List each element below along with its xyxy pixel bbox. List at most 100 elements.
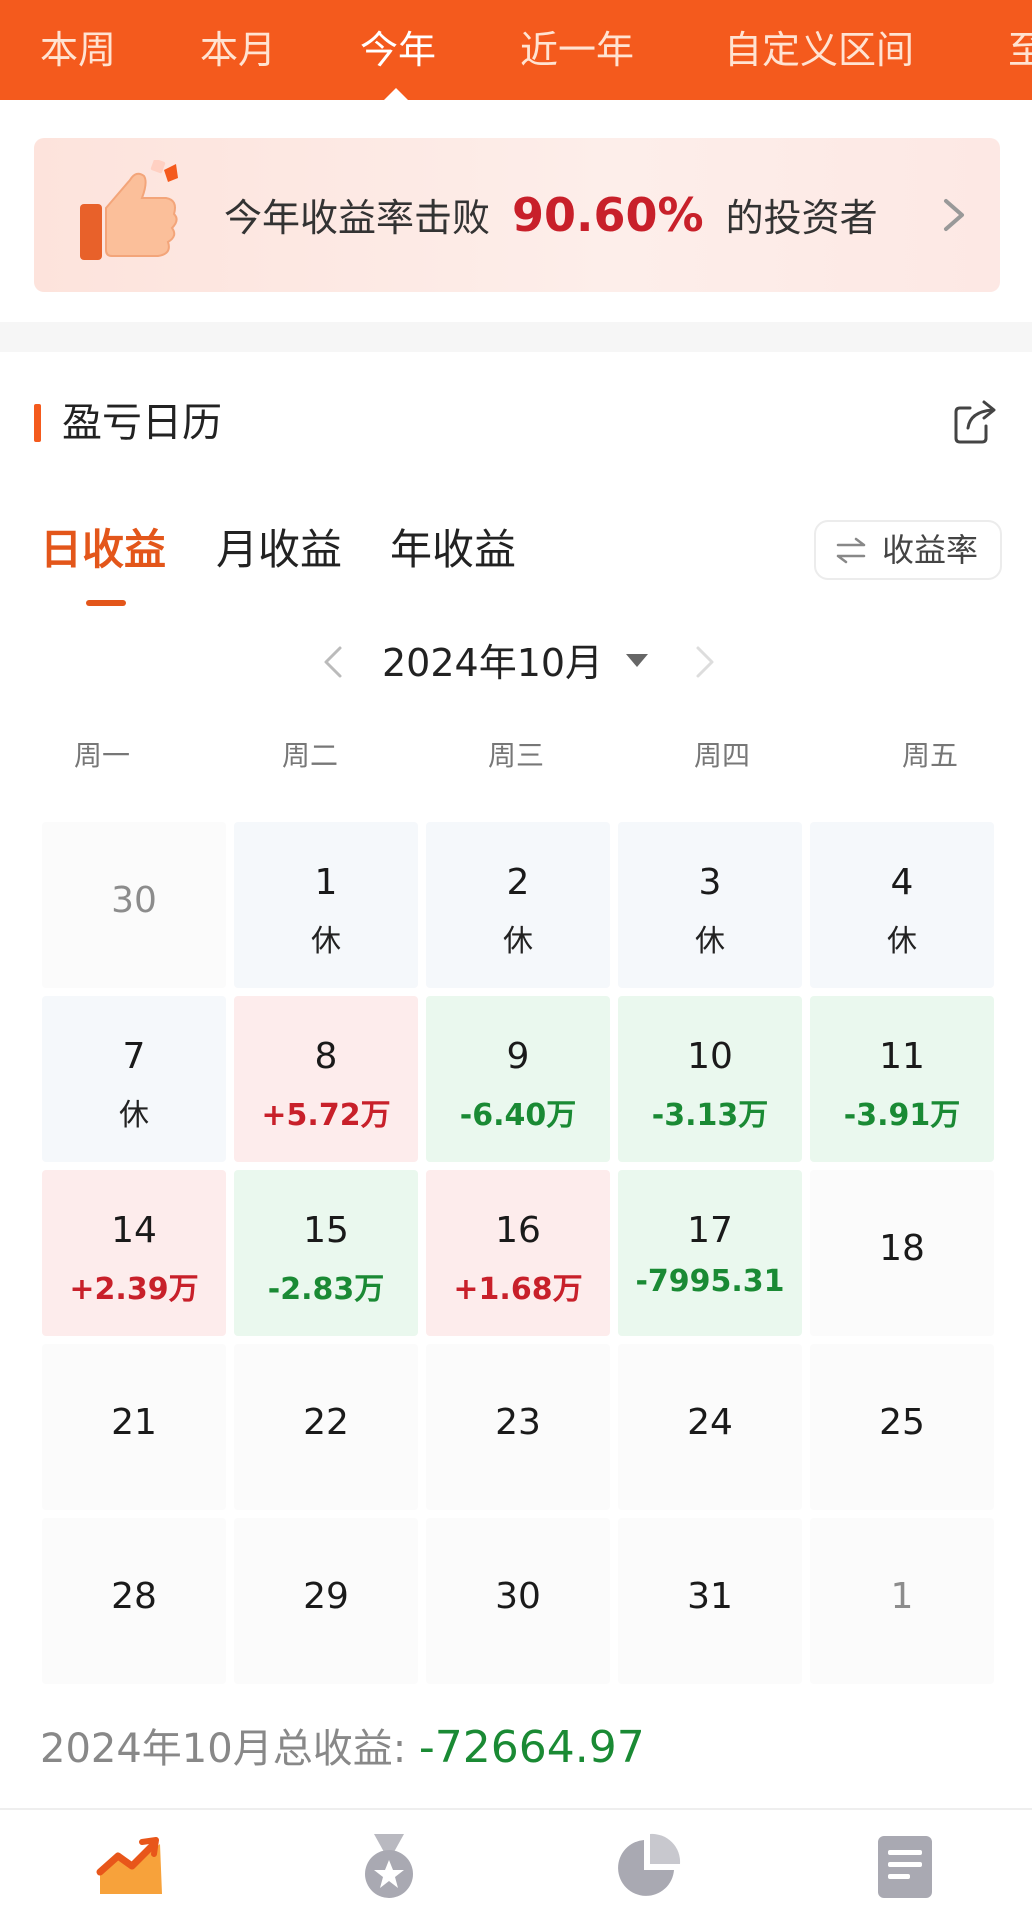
medal-icon[interactable]	[354, 1832, 424, 1902]
calendar-day-cell[interactable]: 17 -7995.31	[618, 1170, 802, 1336]
weekday-mon: 周一	[73, 739, 130, 772]
calendar-day-cell[interactable]: 16 +1.68万	[426, 1170, 610, 1336]
calendar-day-number: 21	[111, 1402, 157, 1443]
calendar-day-cell[interactable]: 23	[426, 1344, 610, 1510]
calendar-day-cell[interactable]: 11 -3.91万	[810, 996, 994, 1162]
calendar-rest-label: 休	[119, 1098, 149, 1133]
calendar-day-cell[interactable]: 31	[618, 1518, 802, 1684]
monthly-total-value: -72664.97	[418, 1722, 645, 1773]
calendar-day-pnl: -3.91万	[843, 1098, 961, 1133]
monthly-total-label: 2024年10月总收益:	[40, 1726, 407, 1772]
calendar-rest-label: 休	[503, 924, 533, 959]
section-divider	[0, 322, 1032, 352]
calendar-day-number: 25	[879, 1402, 925, 1443]
return-rate-label: 收益率	[882, 531, 979, 569]
return-rate-toggle[interactable]: 收益率	[814, 520, 1002, 580]
section-title: 盈亏日历	[62, 400, 222, 446]
tab-this-month[interactable]: 本月	[200, 26, 276, 74]
calendar-day-cell[interactable]: 10 -3.13万	[618, 996, 802, 1162]
previous-month-icon[interactable]	[318, 644, 348, 680]
calendar-day-number: 16	[495, 1210, 541, 1251]
tab-this-year[interactable]: 今年	[360, 26, 436, 74]
tab-custom-range[interactable]: 自定义区间	[724, 26, 914, 74]
calendar-day-cell[interactable]: 18	[810, 1170, 994, 1336]
calendar-day-cell[interactable]: 22	[234, 1344, 418, 1510]
calendar-day-number: 29	[303, 1576, 349, 1617]
tab-daily-return[interactable]: 日收益	[40, 522, 166, 578]
calendar-day-number: 1	[314, 862, 338, 903]
calendar-day-cell[interactable]: 15 -2.83万	[234, 1170, 418, 1336]
banner-message: 今年收益率击败 90.60% 的投资者	[224, 138, 878, 292]
calendar-day-number: 28	[111, 1576, 157, 1617]
calendar-day-number: 22	[303, 1402, 349, 1443]
active-tab-indicator	[382, 88, 410, 100]
calendar-day-number: 1	[890, 1576, 914, 1617]
share-icon[interactable]	[952, 398, 1000, 446]
month-dropdown-caret-icon[interactable]	[626, 654, 648, 667]
calendar-day-cell[interactable]: 21	[42, 1344, 226, 1510]
calendar-day-cell[interactable]: 9 -6.40万	[426, 996, 610, 1162]
calendar-day-cell[interactable]: 29	[234, 1518, 418, 1684]
calendar-day-number: 18	[879, 1228, 925, 1269]
calendar-day-number: 15	[303, 1210, 349, 1251]
next-month-icon[interactable]	[690, 644, 720, 680]
bottom-nav	[0, 1808, 1032, 1922]
calendar-day-cell[interactable]: 1休	[234, 822, 418, 988]
thumbs-up-icon	[80, 160, 178, 260]
calendar-day-number: 30	[111, 880, 157, 921]
calendar-day-cell[interactable]: 24	[618, 1344, 802, 1510]
weekday-tue: 周二	[281, 739, 338, 772]
calendar-day-pnl: +5.72万	[261, 1098, 391, 1133]
calendar-day-cell[interactable]: 14 +2.39万	[42, 1170, 226, 1336]
tab-this-week[interactable]: 本周	[40, 26, 116, 74]
tab-more[interactable]: 至	[1008, 26, 1032, 74]
calendar-day-number: 11	[879, 1036, 925, 1077]
tab-monthly-return[interactable]: 月收益	[216, 522, 342, 578]
calendar-day-number: 3	[698, 862, 722, 903]
top-tab-bar: 本周 本月 今年 近一年 自定义区间 至	[0, 0, 1032, 100]
chevron-right-icon	[944, 199, 964, 231]
calendar-day-number: 17	[687, 1210, 733, 1251]
calendar-day-number: 30	[495, 1576, 541, 1617]
beat-percentage: 90.60%	[512, 188, 704, 242]
trend-chart-icon[interactable]	[96, 1832, 166, 1902]
weekday-wed: 周三	[487, 739, 544, 772]
calendar-day-pnl: -7995.31	[635, 1264, 785, 1299]
calendar-day-cell[interactable]: 4休	[810, 822, 994, 988]
tab-yearly-return[interactable]: 年收益	[390, 522, 516, 578]
monthly-total: 2024年10月总收益: -72664.97	[40, 1720, 645, 1777]
calendar-day-cell[interactable]: 2休	[426, 822, 610, 988]
calendar-rest-label: 休	[311, 924, 341, 959]
calendar-day-cell[interactable]: 7休	[42, 996, 226, 1162]
calendar-day-number: 8	[314, 1036, 338, 1077]
calendar-rest-label: 休	[695, 924, 725, 959]
calendar-day-pnl: +1.68万	[453, 1272, 583, 1307]
ranking-banner[interactable]: 今年收益率击败 90.60% 的投资者	[34, 138, 1000, 292]
tab-last-year[interactable]: 近一年	[520, 26, 634, 74]
calendar-day-number: 10	[687, 1036, 733, 1077]
calendar-day-cell[interactable]: 30	[42, 822, 226, 988]
section-accent-bar	[34, 404, 41, 442]
weekday-fri: 周五	[901, 739, 958, 772]
calendar-day-cell[interactable]: 8 +5.72万	[234, 996, 418, 1162]
calendar-day-number: 24	[687, 1402, 733, 1443]
calendar-day-cell[interactable]: 1	[810, 1518, 994, 1684]
banner-text-after: 的投资者	[725, 196, 878, 240]
calendar-day-cell[interactable]: 3休	[618, 822, 802, 988]
calendar-day-cell[interactable]: 30	[426, 1518, 610, 1684]
swap-icon	[836, 537, 866, 564]
current-month[interactable]: 2024年10月	[382, 638, 603, 688]
calendar-day-cell[interactable]: 28	[42, 1518, 226, 1684]
calendar-day-cell[interactable]: 25	[810, 1344, 994, 1510]
list-document-icon[interactable]	[870, 1832, 940, 1902]
calendar-day-number: 31	[687, 1576, 733, 1617]
calendar-day-number: 14	[111, 1210, 157, 1251]
calendar-day-number: 9	[506, 1036, 530, 1077]
calendar-day-pnl: -3.13万	[651, 1098, 769, 1133]
weekday-thu: 周四	[693, 739, 750, 772]
active-period-underline	[86, 600, 126, 606]
calendar-rest-label: 休	[887, 924, 917, 959]
calendar-day-number: 23	[495, 1402, 541, 1443]
calendar-day-number: 2	[506, 862, 530, 903]
pie-chart-icon[interactable]	[612, 1832, 682, 1902]
